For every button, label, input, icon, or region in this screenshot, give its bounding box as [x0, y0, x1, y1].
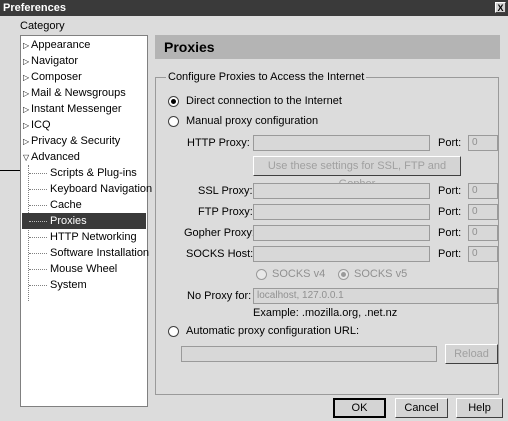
ssl-port-label: Port:: [438, 185, 462, 197]
sidebar-item-scripts-plugins[interactable]: Scripts & Plug-ins: [22, 165, 146, 181]
tree-branch: [29, 237, 47, 238]
focus-line: [0, 170, 20, 171]
sidebar-item-mouse-wheel[interactable]: Mouse Wheel: [22, 261, 146, 277]
sidebar-item-http-networking[interactable]: HTTP Networking: [22, 229, 146, 245]
socks-v4-radio[interactable]: [256, 269, 267, 280]
sidebar-item-label: System: [50, 279, 87, 291]
tree-branch: [29, 221, 47, 222]
ftp-proxy-field[interactable]: [253, 204, 430, 220]
sidebar-item-privacy-security[interactable]: ▷ Privacy & Security: [23, 133, 120, 149]
http-port-field[interactable]: 0: [468, 135, 498, 151]
sidebar-item-appearance[interactable]: ▷ Appearance: [23, 37, 90, 53]
http-port-label: Port:: [438, 137, 462, 149]
sidebar-item-mail-newsgroups[interactable]: ▷ Mail & Newsgroups: [23, 85, 126, 101]
socks-v5-label[interactable]: SOCKS v5: [354, 268, 407, 280]
sidebar-item-system[interactable]: System: [22, 277, 146, 293]
expand-arrow-icon[interactable]: ▷: [23, 70, 31, 86]
title-bar[interactable]: Preferences X: [0, 0, 508, 16]
sidebar-item-label: ICQ: [31, 119, 51, 131]
sidebar-item-label: Mouse Wheel: [50, 263, 118, 275]
auto-proxy-label[interactable]: Automatic proxy configuration URL:: [186, 325, 359, 337]
tree-branch: [29, 285, 47, 286]
window-title: Preferences: [3, 2, 66, 14]
gopher-port-label: Port:: [438, 227, 462, 239]
category-tree[interactable]: ▷ Appearance ▷ Navigator ▷ Composer ▷ Mail &…: [20, 35, 152, 407]
gopher-port-field[interactable]: 0: [468, 225, 498, 241]
use-same-settings-button[interactable]: Use these settings for SSL, FTP and Goph…: [253, 156, 461, 190]
page-title: Proxies: [164, 39, 215, 55]
sidebar-item-label: Advanced: [31, 151, 80, 163]
expand-arrow-icon[interactable]: ▷: [23, 38, 31, 54]
expand-arrow-icon[interactable]: ▷: [23, 102, 31, 118]
tree-branch: [29, 253, 47, 254]
manual-proxy-radio[interactable]: [168, 116, 179, 127]
tree-branch: [29, 173, 47, 174]
expand-arrow-icon[interactable]: ▷: [23, 54, 31, 70]
sidebar-item-composer[interactable]: ▷ Composer: [23, 69, 82, 85]
tree-branch: [29, 189, 47, 190]
ssl-port-field[interactable]: 0: [468, 183, 498, 199]
proxies-panel: Proxies Configure Proxies to Access the …: [155, 35, 500, 405]
auto-proxy-url-field[interactable]: [181, 346, 437, 362]
sidebar-item-label: Proxies: [50, 215, 87, 227]
sidebar-item-label: Software Installation: [50, 247, 150, 259]
socks-port-field[interactable]: 0: [468, 246, 498, 262]
sidebar-item-label: Cache: [50, 199, 82, 211]
expand-arrow-icon[interactable]: ▷: [23, 134, 31, 150]
sidebar-item-label: Instant Messenger: [31, 103, 122, 115]
proxy-config-group: Configure Proxies to Access the Internet…: [155, 71, 499, 395]
ok-button[interactable]: OK: [333, 398, 386, 418]
sidebar-item-navigator[interactable]: ▷ Navigator: [23, 53, 78, 69]
preferences-window: Preferences X Category ▷ Appearance ▷ Navi…: [0, 0, 508, 421]
socks-host-field[interactable]: [253, 246, 430, 262]
direct-connection-label[interactable]: Direct connection to the Internet: [186, 95, 342, 107]
sidebar-item-label: Scripts & Plug-ins: [50, 167, 137, 179]
sidebar-item-label: HTTP Networking: [50, 231, 137, 243]
socks-v5-radio[interactable]: [338, 269, 349, 280]
expand-arrow-icon[interactable]: ▷: [23, 86, 31, 102]
socks-v4-label[interactable]: SOCKS v4: [272, 268, 325, 280]
tree-branch: [29, 269, 47, 270]
no-proxy-example: Example: .mozilla.org, .net.nz: [253, 307, 398, 319]
collapse-arrow-icon[interactable]: ▽: [23, 150, 31, 166]
sidebar-item-label: Mail & Newsgroups: [31, 87, 126, 99]
gopher-proxy-label: Gopher Proxy:: [184, 227, 255, 239]
reload-button[interactable]: Reload: [445, 344, 498, 364]
gopher-proxy-field[interactable]: [253, 225, 430, 241]
sidebar-item-label: Appearance: [31, 39, 91, 51]
direct-connection-radio[interactable]: [168, 96, 179, 107]
sidebar-item-instant-messenger[interactable]: ▷ Instant Messenger: [23, 101, 122, 117]
ftp-port-field[interactable]: 0: [468, 204, 498, 220]
sidebar-item-label: Navigator: [31, 55, 79, 67]
sidebar-item-label: Keyboard Navigation: [50, 183, 153, 195]
category-label: Category: [20, 20, 65, 32]
http-proxy-label: HTTP Proxy:: [187, 137, 250, 149]
expand-arrow-icon[interactable]: ▷: [23, 118, 31, 134]
sidebar-item-cache[interactable]: Cache: [22, 197, 146, 213]
tree-branch: [29, 205, 47, 206]
socks-port-label: Port:: [438, 248, 462, 260]
sidebar-item-label: Composer: [31, 71, 82, 83]
sidebar-item-software-installation[interactable]: Software Installation: [22, 245, 150, 261]
sidebar-item-label: Privacy & Security: [31, 135, 121, 147]
no-proxy-label: No Proxy for:: [187, 290, 252, 302]
ssl-proxy-field[interactable]: [253, 183, 430, 199]
sidebar-item-advanced[interactable]: ▽ Advanced: [23, 149, 80, 165]
ssl-proxy-label: SSL Proxy:: [198, 185, 253, 197]
http-proxy-field[interactable]: [253, 135, 430, 151]
no-proxy-field[interactable]: localhost, 127.0.0.1: [253, 288, 498, 304]
manual-proxy-label[interactable]: Manual proxy configuration: [186, 115, 318, 127]
socks-host-label: SOCKS Host:: [186, 248, 254, 260]
close-icon[interactable]: X: [495, 2, 506, 13]
help-button[interactable]: Help: [456, 398, 503, 418]
sidebar-item-proxies[interactable]: Proxies: [22, 213, 146, 229]
sidebar-item-icq[interactable]: ▷ ICQ: [23, 117, 51, 133]
ftp-proxy-label: FTP Proxy:: [198, 206, 253, 218]
panel-header: Proxies: [155, 35, 500, 59]
group-label: Configure Proxies to Access the Internet: [166, 71, 367, 83]
sidebar-item-keyboard-navigation[interactable]: Keyboard Navigation: [22, 181, 152, 197]
cancel-button[interactable]: Cancel: [395, 398, 448, 418]
ftp-port-label: Port:: [438, 206, 462, 218]
auto-proxy-radio[interactable]: [168, 326, 179, 337]
